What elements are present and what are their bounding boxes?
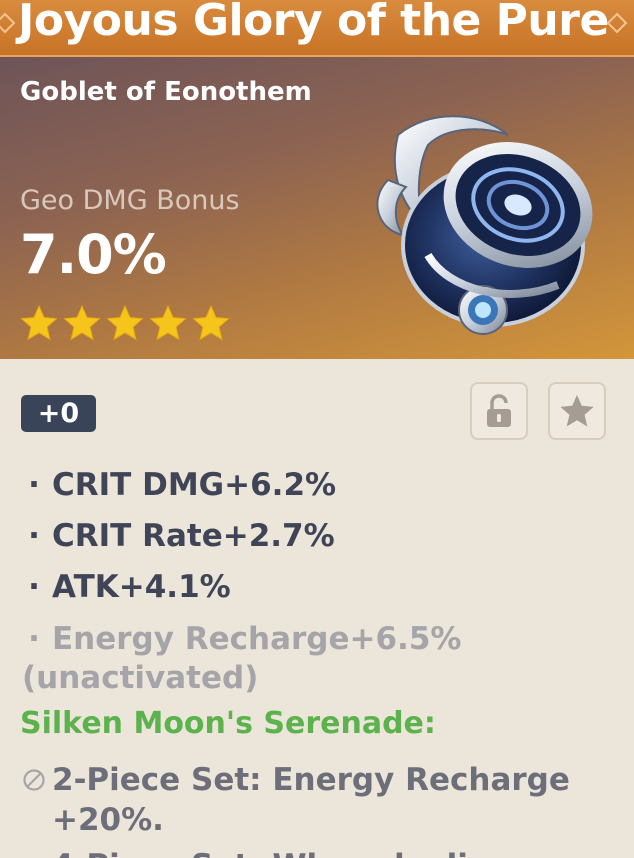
- artifact-detail-card: Joyous Glory of the Pure Goblet of Eonot…: [0, 0, 634, 858]
- star-icon: [63, 304, 101, 341]
- main-stat-name: Geo DMG Bonus: [20, 185, 240, 216]
- bullet: ·: [28, 569, 40, 605]
- rarity-stars: [20, 304, 230, 342]
- star-icon: [560, 394, 594, 427]
- diamond-ornament-icon: [606, 12, 628, 34]
- substat-atk: · ATK+4.1%: [22, 562, 622, 613]
- set-effect-2pc: 2-Piece Set: Energy Recharge: [22, 760, 622, 800]
- substat-text: ATK+4.1%: [52, 569, 231, 605]
- main-stat-value: 7.0%: [20, 223, 167, 286]
- star-icon: [192, 304, 230, 341]
- artifact-slot-name: Goblet of Eonothem: [20, 77, 312, 107]
- set-effect-2pc-continued: +20%.: [52, 802, 164, 838]
- artifact-header: Goblet of Eonothem Geo DMG Bonus 7.0%: [0, 57, 634, 359]
- star-icon: [106, 304, 144, 341]
- substat-energy-recharge: · Energy Recharge+6.5%: [22, 619, 622, 659]
- diamond-ornament-icon: [0, 12, 16, 34]
- artifact-title: Joyous Glory of the Pure: [18, 0, 609, 46]
- star-icon: [149, 304, 187, 341]
- favorite-button[interactable]: [548, 382, 606, 440]
- substat-crit-dmg: · CRIT DMG+6.2%: [22, 460, 622, 511]
- unactivated-label: (unactivated): [22, 660, 259, 696]
- set-effect-4pc: 4-Piece Set: When dealing...: [22, 846, 622, 858]
- substat-text: CRIT DMG+6.2%: [52, 467, 337, 503]
- set-name: Silken Moon's Serenade:: [20, 706, 436, 741]
- star-icon: [20, 304, 58, 341]
- substat-text: CRIT Rate+2.7%: [52, 518, 335, 554]
- unlocked-lock-icon: [487, 394, 511, 427]
- bullet: ·: [28, 518, 40, 554]
- inactive-set-icon: [23, 769, 45, 791]
- lock-button[interactable]: [470, 382, 528, 440]
- set-effect-2pc-text: 2-Piece Set: Energy Recharge: [52, 762, 570, 798]
- title-banner: Joyous Glory of the Pure: [0, 0, 634, 57]
- substat-text: Energy Recharge+6.5%: [52, 621, 462, 657]
- substats-list: · CRIT DMG+6.2% · CRIT Rate+2.7% · ATK+4.1%…: [22, 460, 622, 697]
- bullet: ·: [28, 621, 40, 657]
- substat-crit-rate: · CRIT Rate+2.7%: [22, 511, 622, 562]
- bullet: ·: [28, 467, 40, 503]
- level-badge: +0: [21, 395, 96, 432]
- goblet-icon: [376, 115, 593, 335]
- set-effects: 2-Piece Set: Energy Recharge +20%. 4-Pie…: [22, 760, 622, 858]
